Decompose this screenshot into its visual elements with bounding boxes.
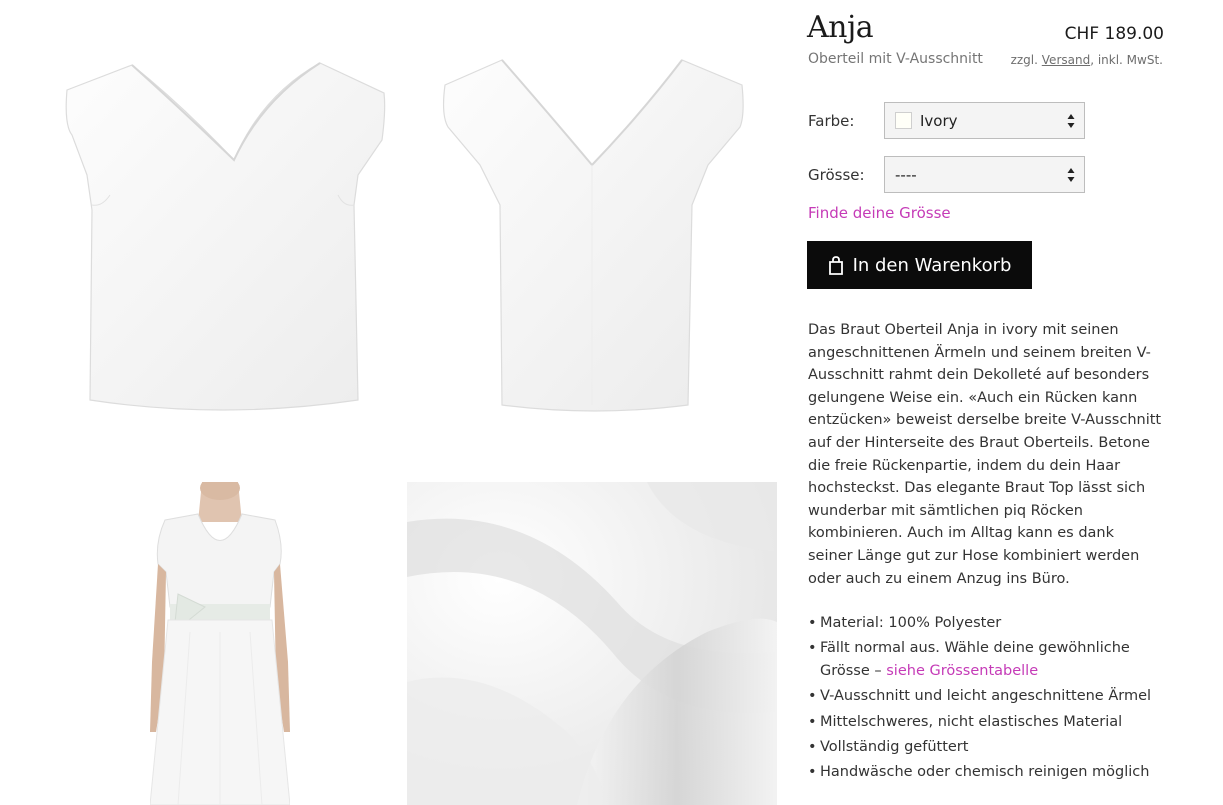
size-select[interactable]: ---- <box>884 156 1085 193</box>
feature-item: Material: 100% Polyester <box>808 612 1168 635</box>
feature-item: Mittelschweres, nicht elastisches Materi… <box>808 711 1168 734</box>
product-subtitle: Oberteil mit V-Ausschnitt <box>808 51 983 67</box>
feature-list: Material: 100% Polyester Fällt normal au… <box>808 612 1168 787</box>
color-select-value: Ivory <box>920 111 958 130</box>
shipping-link[interactable]: Versand <box>1042 53 1090 67</box>
size-table-link[interactable]: siehe Grössentabelle <box>886 663 1038 679</box>
product-image-model[interactable] <box>150 482 290 805</box>
select-arrows-icon <box>1067 168 1075 182</box>
product-description: Das Braut Oberteil Anja in ivory mit sei… <box>808 322 1162 587</box>
product-title: Anja <box>807 10 874 45</box>
add-to-cart-label: In den Warenkorb <box>852 254 1012 276</box>
product-image-back[interactable] <box>440 55 746 415</box>
feature-item: Fällt normal aus. Wähle deine gewöhnlich… <box>808 637 1168 683</box>
shipping-note: zzgl. Versand, inkl. MwSt. <box>1011 53 1163 67</box>
add-to-cart-button[interactable]: In den Warenkorb <box>807 241 1032 289</box>
select-arrows-icon <box>1067 114 1075 128</box>
shipping-suffix: , inkl. MwSt. <box>1090 53 1163 67</box>
product-image-fabric[interactable] <box>407 482 777 805</box>
size-guide-link[interactable]: Finde deine Grösse <box>808 204 951 222</box>
product-image-front[interactable] <box>62 55 388 423</box>
feature-item: V-Ausschnitt und leicht angeschnittene Ä… <box>808 685 1168 708</box>
color-select[interactable]: Ivory <box>884 102 1085 139</box>
color-swatch <box>895 112 912 129</box>
size-select-value: ---- <box>895 165 917 184</box>
feature-item: Handwäsche oder chemisch reinigen möglic… <box>808 761 1168 784</box>
shipping-prefix: zzgl. <box>1010 53 1038 67</box>
size-label: Grösse: <box>808 166 865 184</box>
color-label: Farbe: <box>808 112 855 130</box>
shopping-bag-icon <box>828 255 843 275</box>
product-price: CHF 189.00 <box>1064 24 1164 44</box>
feature-item: Vollständig gefüttert <box>808 736 1168 759</box>
